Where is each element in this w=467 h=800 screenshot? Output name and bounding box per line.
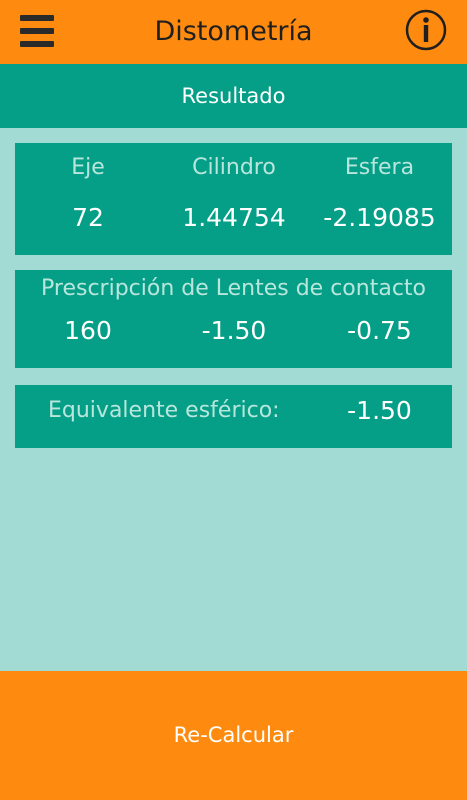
spherical-equivalent-label: Equivalente esférico: [48,398,280,423]
esfera-label: Esfera [344,155,415,180]
recalculate-button[interactable]: Re-Calcular [0,671,467,800]
contact-lens-value-1: 160 [64,316,112,345]
esfera-value: -2.19085 [323,203,436,232]
app-title: Distometría [154,16,313,47]
eje-label: Eje [71,155,105,180]
cilindro-label: Cilindro [192,155,276,180]
eje-value: 72 [72,203,104,232]
contact-lens-title: Prescripción de Lentes de contacto [41,276,426,301]
spherical-equivalent-value: -1.50 [347,396,412,425]
section-header: Resultado [0,64,467,128]
top-app-bar: Distometría [0,0,467,64]
section-title: Resultado [181,84,286,108]
info-icon[interactable] [405,9,447,51]
contact-lens-value-2: -1.50 [201,316,267,345]
cilindro-value: 1.44754 [182,203,286,232]
contact-lens-card: Prescripción de Lentes de contacto 160 -… [15,270,452,368]
results-card: Eje Cilindro Esfera 72 1.44754 -2.19085 [15,143,452,255]
recalculate-label: Re-Calcular [173,723,294,747]
spherical-equivalent-card: Equivalente esférico: -1.50 [15,385,452,448]
contact-lens-value-3: -0.75 [347,316,412,345]
info-icon-graphic [405,9,447,51]
